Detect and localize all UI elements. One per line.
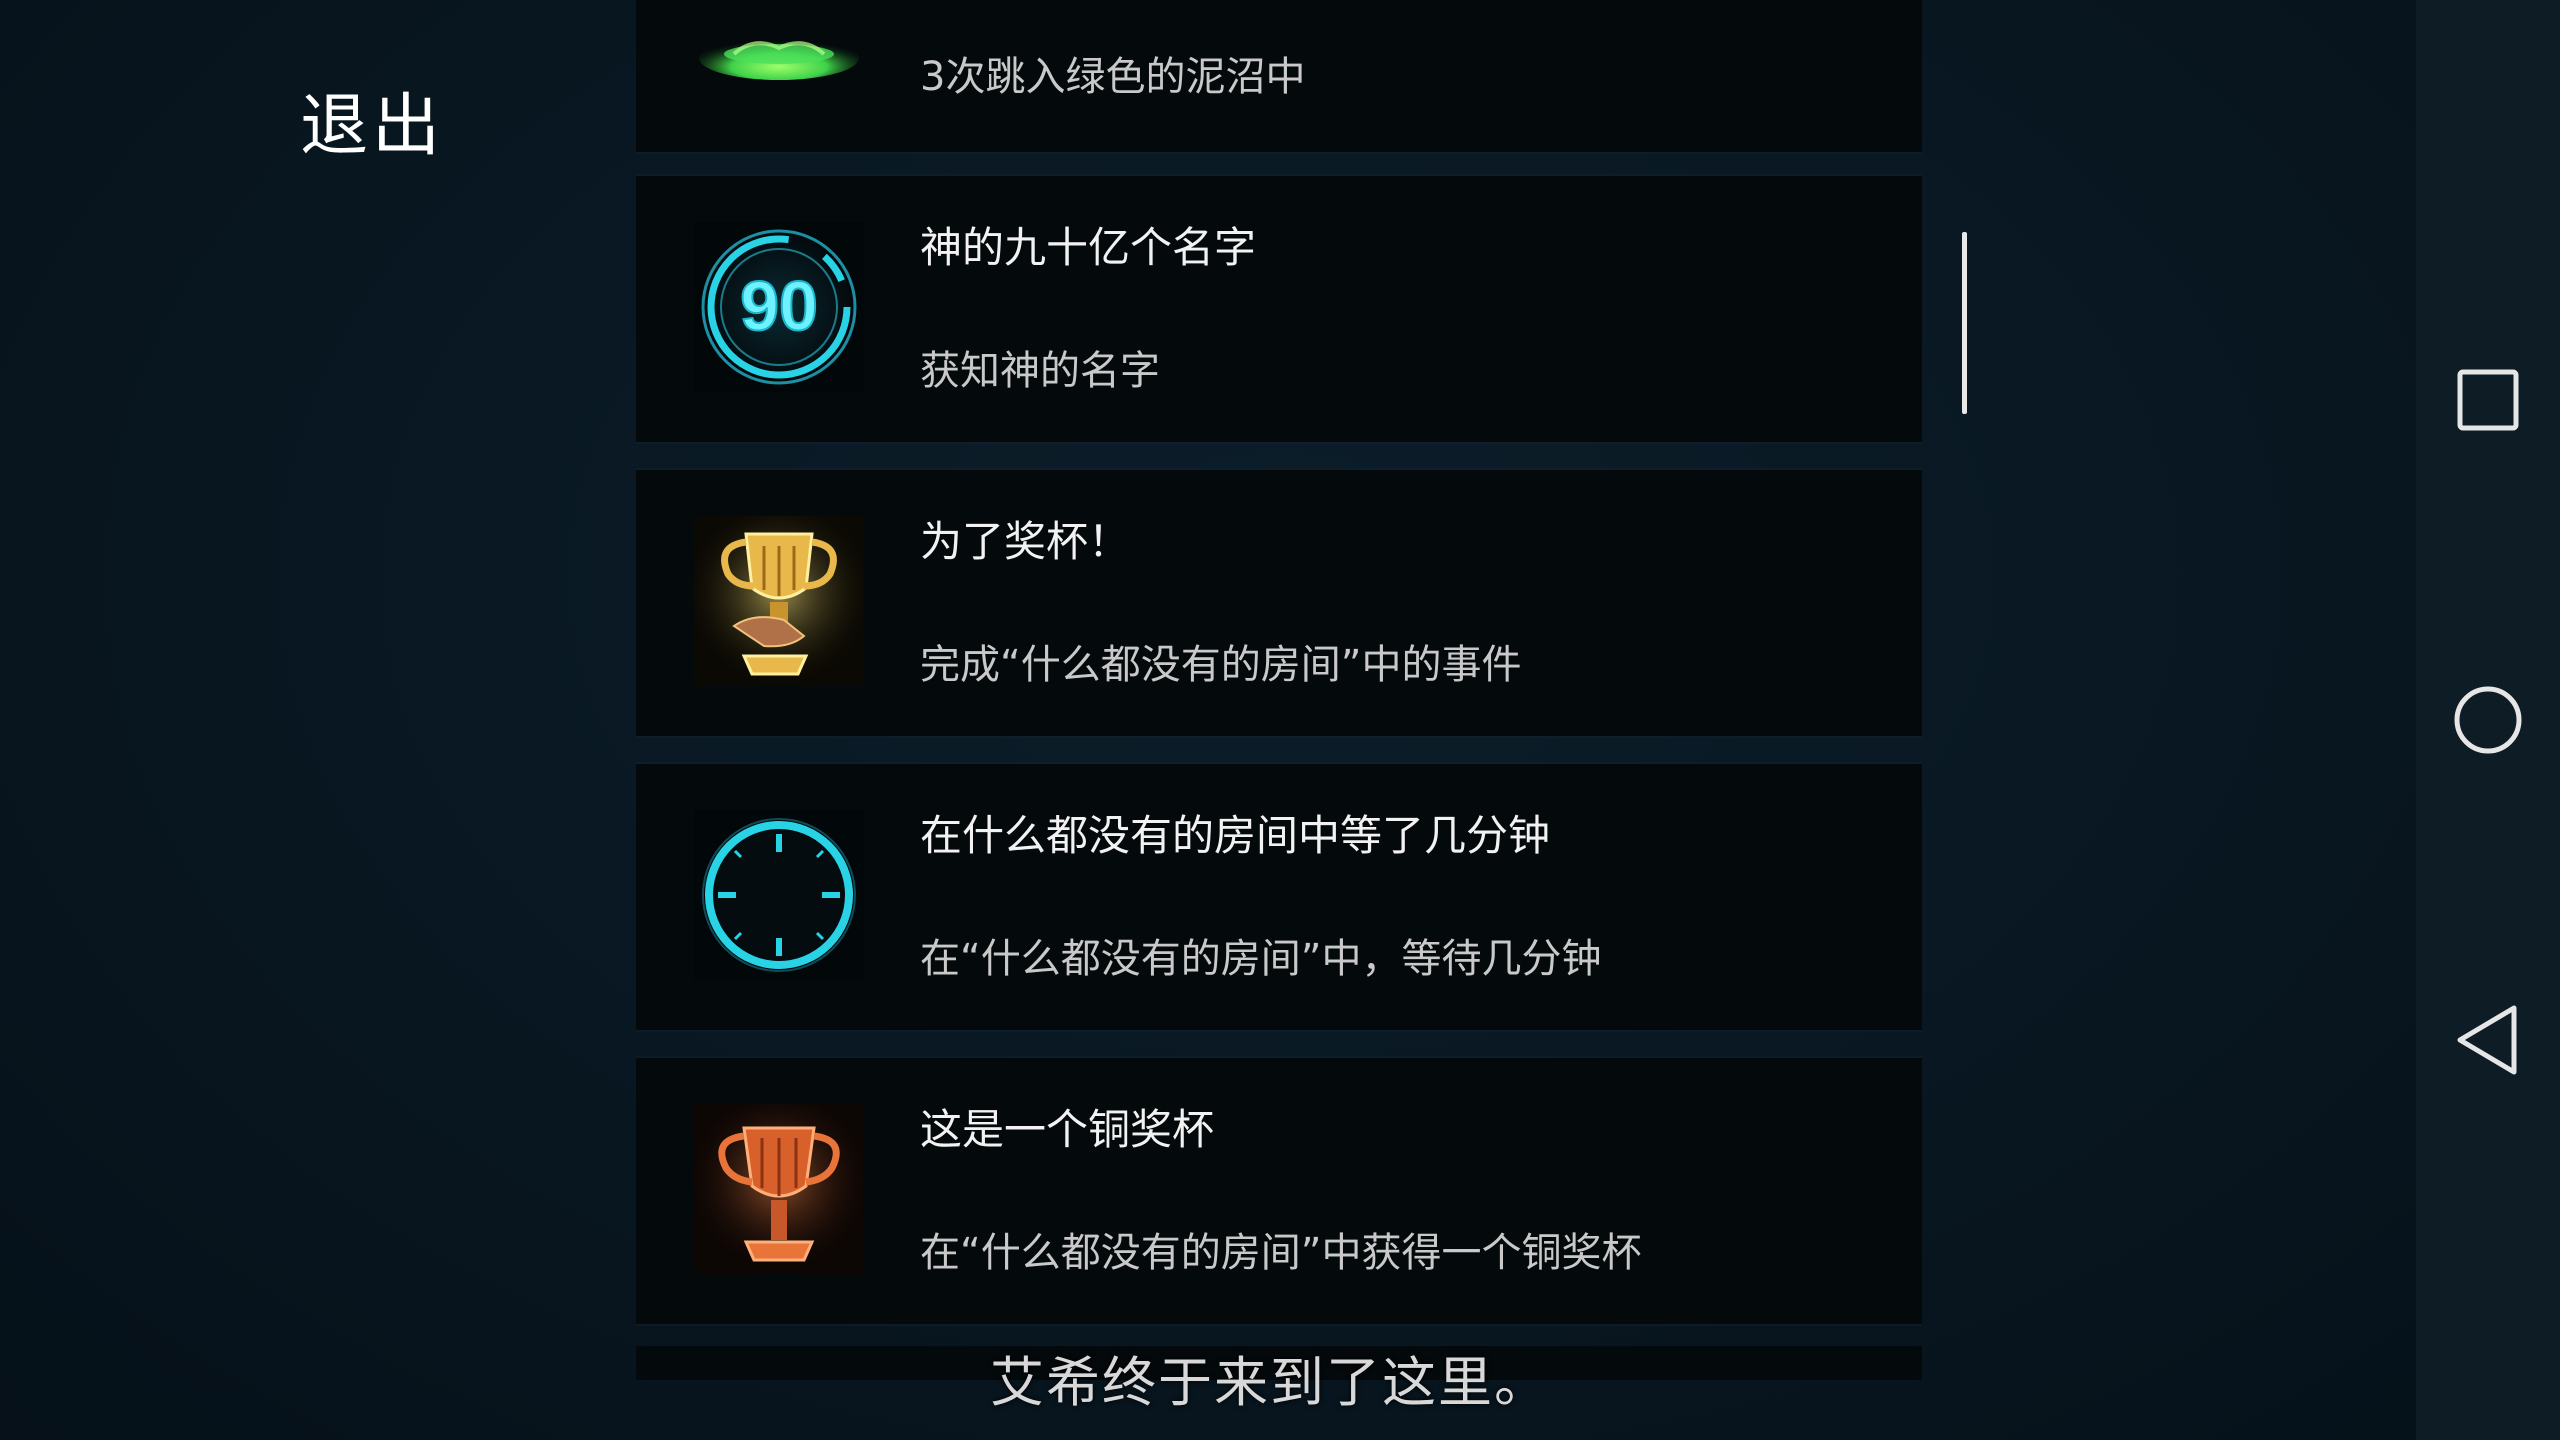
achievement-card: 3次跳入绿色的泥沼中 xyxy=(636,0,1922,152)
exit-button[interactable]: 退出 xyxy=(300,70,444,169)
achievement-card: 在什么都没有的房间中等了几分钟 在“什么都没有的房间”中，等待几分钟 xyxy=(636,764,1922,1030)
achievement-title: 这是一个铜奖杯 xyxy=(920,1105,1215,1154)
achievement-desc: 完成“什么都没有的房间”中的事件 xyxy=(920,642,1522,688)
achievement-desc: 在“什么都没有的房间”中获得一个铜奖杯 xyxy=(920,1230,1642,1276)
achievement-title: 神的九十亿个名字 xyxy=(920,223,1257,272)
ninety-badge-icon: 90 xyxy=(694,222,864,392)
bronze-trophy-icon xyxy=(694,1104,864,1274)
achievement-desc: 获知神的名字 xyxy=(920,348,1160,394)
recents-button[interactable] xyxy=(2438,350,2538,450)
home-button[interactable] xyxy=(2438,670,2538,770)
achievement-title: 为了奖杯！ xyxy=(920,517,1131,566)
clock-icon xyxy=(694,810,864,980)
back-button[interactable] xyxy=(2438,990,2538,1090)
scrollbar[interactable] xyxy=(1962,232,1967,414)
gold-trophy-hand-icon xyxy=(694,516,864,686)
circle-icon xyxy=(2454,686,2522,754)
achievement-card: 90 神的九十亿个名字 获知神的名字 xyxy=(636,176,1922,442)
achievement-card: 这是一个铜奖杯 在“什么都没有的房间”中获得一个铜奖杯 xyxy=(636,1058,1922,1324)
system-navigation-bar xyxy=(2416,0,2560,1440)
dialogue-subtitle: 艾希终于来到了这里。 xyxy=(990,1351,1550,1414)
achievement-card: 为了奖杯！ 完成“什么都没有的房间”中的事件 xyxy=(636,470,1922,736)
achievement-desc: 在“什么都没有的房间”中，等待几分钟 xyxy=(920,936,1602,982)
achievement-title: 在什么都没有的房间中等了几分钟 xyxy=(920,811,1551,860)
green-swamp-icon xyxy=(694,0,864,86)
achievement-list[interactable]: 3次跳入绿色的泥沼中 90 神的九十亿个名字 获知神的名字 为了奖杯！ 完成“什… xyxy=(636,0,1922,1440)
square-icon xyxy=(2457,369,2519,431)
game-screen: 退出 3次跳入绿色的泥沼中 90 神的九十亿个名字 获知神的名字 为了奖杯！ 完… xyxy=(0,0,2560,1440)
achievement-desc: 3次跳入绿色的泥沼中 xyxy=(920,54,1306,100)
triangle-back-icon xyxy=(2457,1005,2517,1075)
badge-number: 90 xyxy=(740,267,818,345)
